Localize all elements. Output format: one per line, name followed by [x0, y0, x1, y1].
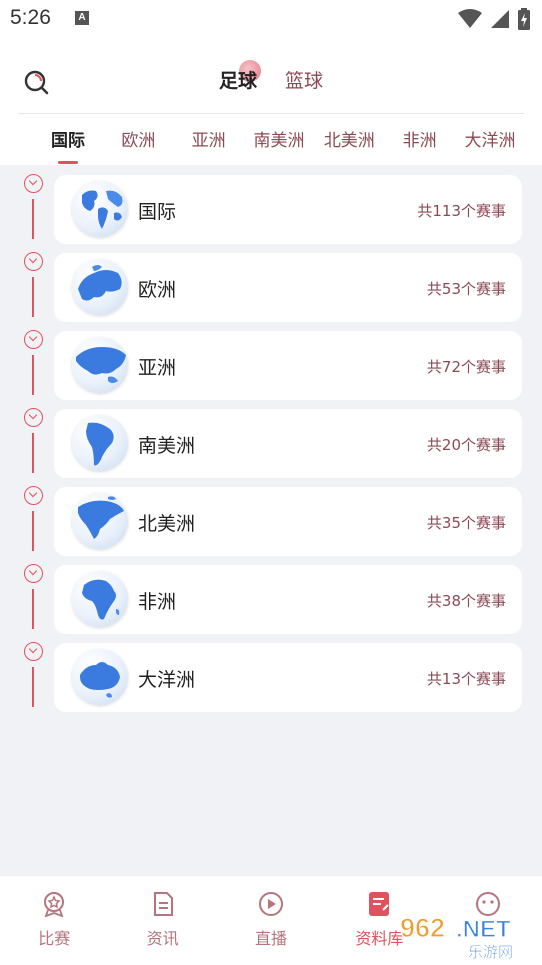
- event-count: 共20个赛事: [426, 436, 506, 454]
- sport-tabs: 足球 篮球: [0, 60, 542, 93]
- globe-oceania-icon: [72, 649, 128, 705]
- top-header: 足球 篮球 国际 欧洲 亚洲 南美洲 北美洲 非洲 大洋洲: [0, 40, 542, 165]
- signal-icon: [491, 10, 509, 28]
- region-name: 非洲: [138, 591, 177, 613]
- timeline-line: [32, 589, 34, 629]
- header-divider: [18, 113, 524, 114]
- region-name: 北美洲: [138, 513, 196, 535]
- battery-icon: [518, 8, 530, 30]
- region-tab-europe[interactable]: 欧洲: [104, 126, 172, 156]
- chevron-down-icon[interactable]: [24, 564, 43, 583]
- database-book-icon: [369, 892, 390, 916]
- region-name: 大洋洲: [138, 669, 196, 691]
- status-icons: [458, 8, 530, 30]
- nav-news[interactable]: 资讯: [108, 876, 216, 965]
- region-tab-label: 大洋洲: [464, 131, 516, 151]
- region-tab-label: 非洲: [402, 131, 437, 151]
- region-tab-label: 南美洲: [253, 131, 305, 151]
- region-name: 欧洲: [138, 279, 177, 301]
- region-tab-south-america[interactable]: 南美洲: [245, 126, 313, 156]
- region-card-international[interactable]: 国际 共113个赛事: [54, 175, 522, 244]
- timeline-line: [32, 277, 34, 317]
- region-card-south-america[interactable]: 南美洲 共20个赛事: [54, 409, 522, 478]
- region-card-asia[interactable]: 亚洲 共72个赛事: [54, 331, 522, 400]
- region-tab-label: 国际: [51, 131, 85, 151]
- region-tab-asia[interactable]: 亚洲: [175, 126, 243, 156]
- nav-label: 直播: [255, 929, 288, 948]
- region-tabs: 国际 欧洲 亚洲 南美洲 北美洲 非洲 大洋洲: [34, 126, 524, 164]
- globe-europe-icon: [72, 259, 128, 315]
- svg-text:乐游网: 乐游网: [468, 943, 513, 961]
- tab-football[interactable]: 足球: [217, 60, 261, 93]
- region-tab-label: 欧洲: [121, 131, 156, 151]
- region-card-europe[interactable]: 欧洲 共53个赛事: [54, 253, 522, 322]
- trophy-icon: [44, 892, 65, 917]
- timeline-line: [32, 667, 34, 707]
- status-time: 5:26: [10, 6, 51, 29]
- tab-football-label: 足球: [218, 70, 257, 92]
- list-item: 大洋洲 共13个赛事: [0, 633, 542, 712]
- region-tab-label: 北美洲: [323, 131, 375, 151]
- event-count: 共13个赛事: [426, 670, 506, 688]
- nav-label: 资讯: [146, 929, 179, 948]
- event-count: 共35个赛事: [426, 514, 506, 532]
- timeline-line: [32, 355, 34, 395]
- nav-live[interactable]: 直播: [217, 876, 325, 965]
- list-item: 国际 共113个赛事: [0, 165, 542, 244]
- chevron-down-icon[interactable]: [24, 642, 43, 661]
- list-item: 北美洲 共35个赛事: [0, 477, 542, 556]
- document-icon: [153, 892, 173, 916]
- region-tab-oceania[interactable]: 大洋洲: [456, 126, 524, 156]
- chevron-down-icon[interactable]: [24, 330, 43, 349]
- watermark-logo: 962 .NET 乐游网: [399, 912, 513, 961]
- region-tab-label: 亚洲: [191, 131, 226, 151]
- timeline-line: [32, 511, 34, 551]
- region-card-north-america[interactable]: 北美洲 共35个赛事: [54, 487, 522, 556]
- list-item: 亚洲 共72个赛事: [0, 321, 542, 400]
- event-count: 共72个赛事: [426, 358, 506, 376]
- svg-text:962: 962: [400, 913, 445, 943]
- region-name: 国际: [138, 201, 177, 223]
- region-card-africa[interactable]: 非洲 共38个赛事: [54, 565, 522, 634]
- list-item: 非洲 共38个赛事: [0, 555, 542, 634]
- chevron-down-icon[interactable]: [24, 252, 43, 271]
- play-icon: [259, 892, 284, 916]
- chevron-down-icon[interactable]: [24, 174, 43, 193]
- region-name: 亚洲: [138, 357, 177, 379]
- nav-label: 比赛: [38, 929, 71, 948]
- tab-basketball[interactable]: 篮球: [283, 66, 325, 93]
- globe-north-america-icon: [72, 493, 128, 549]
- nav-matches[interactable]: 比赛: [0, 876, 108, 965]
- region-name: 南美洲: [138, 435, 196, 457]
- region-tab-international[interactable]: 国际: [34, 126, 102, 164]
- wifi-icon: [458, 9, 482, 28]
- globe-world-icon: [72, 181, 128, 237]
- event-count: 共53个赛事: [426, 280, 506, 298]
- globe-africa-icon: [72, 571, 128, 627]
- timeline-line: [32, 199, 34, 239]
- region-tab-africa[interactable]: 非洲: [386, 126, 454, 156]
- active-underline: [58, 161, 78, 164]
- status-bar: 5:26 A: [0, 0, 542, 40]
- event-count: 共38个赛事: [426, 592, 506, 610]
- list-item: 南美洲 共20个赛事: [0, 399, 542, 478]
- tab-basketball-label: 篮球: [285, 70, 324, 92]
- region-tab-north-america[interactable]: 北美洲: [315, 126, 383, 156]
- globe-asia-icon: [72, 337, 128, 393]
- chevron-down-icon[interactable]: [24, 408, 43, 427]
- globe-south-america-icon: [72, 415, 128, 471]
- chevron-down-icon[interactable]: [24, 486, 43, 505]
- timeline-line: [32, 433, 34, 473]
- event-count: 共113个赛事: [417, 202, 506, 220]
- notification-a-icon: A: [75, 11, 89, 25]
- list-item: 欧洲 共53个赛事: [0, 243, 542, 322]
- region-card-oceania[interactable]: 大洋洲 共13个赛事: [54, 643, 522, 712]
- svg-text:.NET: .NET: [456, 916, 511, 943]
